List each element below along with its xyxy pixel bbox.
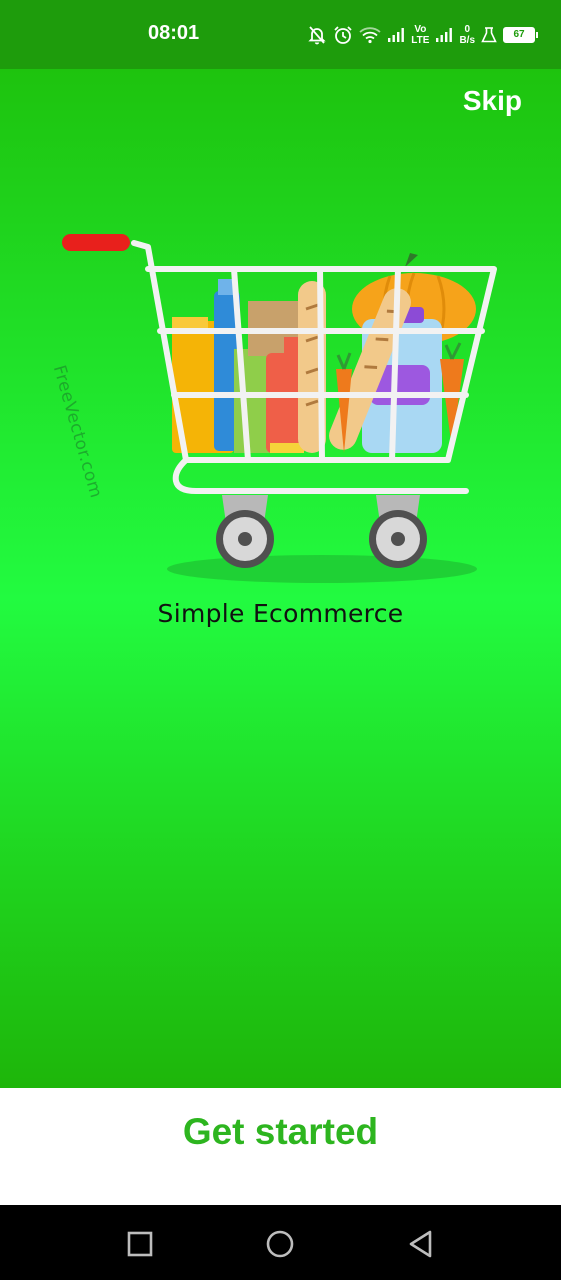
data-speed-unit: B/s <box>459 35 475 46</box>
bell-off-icon <box>308 26 326 45</box>
battery-icon: 67 <box>503 27 538 43</box>
cta-area: Get started <box>0 1088 561 1205</box>
get-started-button[interactable]: Get started <box>0 1111 561 1153</box>
shopping-cart-illustration <box>62 234 497 583</box>
status-bar: 08:01 Vo LTE 0 B/s 67 <box>0 0 561 69</box>
status-icons: Vo LTE 0 B/s 67 <box>307 22 538 48</box>
status-time: 08:01 <box>148 22 200 44</box>
volte-label-top: Vo <box>414 24 427 35</box>
recent-apps-icon[interactable] <box>125 1229 155 1259</box>
system-nav-bar <box>0 1205 561 1280</box>
onboarding-hero: Skip FreeVector.com Simple Ecommerce <box>0 69 561 1088</box>
signal-icon <box>388 28 405 42</box>
volte-icon: Vo LTE <box>411 24 429 46</box>
back-icon[interactable] <box>406 1229 436 1259</box>
lab-icon <box>481 27 497 43</box>
signal-icon <box>436 28 453 42</box>
wifi-icon <box>359 27 381 44</box>
onboarding-screen: 08:01 Vo LTE 0 B/s 67 Skip FreeVector.co… <box>0 0 561 1280</box>
brand-caption: Simple Ecommerce <box>157 599 404 628</box>
alarm-icon <box>334 26 352 44</box>
data-speed-value: 0 <box>464 24 470 35</box>
data-speed: 0 B/s <box>459 24 475 46</box>
volte-label-bottom: LTE <box>411 35 430 46</box>
home-icon[interactable] <box>265 1229 295 1259</box>
